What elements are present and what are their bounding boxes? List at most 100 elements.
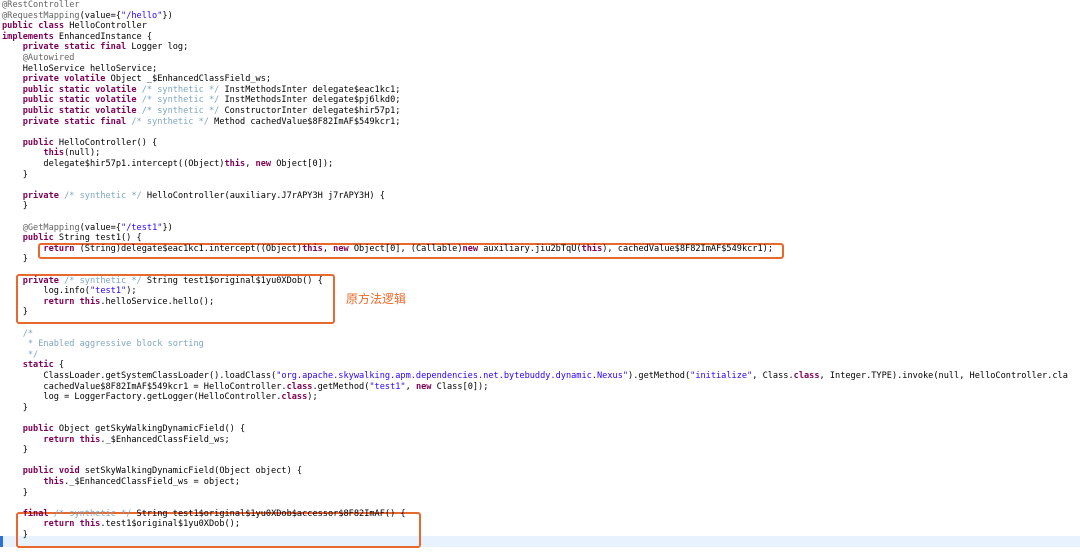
code-token: Method cachedValue$8F82ImAF$549kcr1; xyxy=(214,116,401,127)
code-line: * Enabled aggressive block sorting xyxy=(2,339,204,350)
code-token: /* synthetic */ xyxy=(131,116,215,127)
code-token: } xyxy=(2,254,28,265)
code-token: new xyxy=(415,381,437,392)
code-line: private volatile Object _$EnhancedClassF… xyxy=(2,74,271,85)
code-token: , xyxy=(322,243,334,254)
code-line: static { xyxy=(2,360,64,371)
code-token: "test1" xyxy=(369,381,406,392)
code-line: private /* synthetic */ String test1$ori… xyxy=(2,276,323,287)
code-line: } xyxy=(2,445,28,456)
code-token: .test1$original$1yu0XDob(); xyxy=(100,519,241,530)
code-token: ); xyxy=(126,286,137,297)
code-token: return xyxy=(43,243,80,254)
code-line: return this._$EnhancedClassField_ws; xyxy=(2,434,229,446)
code-token: Class[0]); xyxy=(436,381,489,392)
code-token: private xyxy=(22,190,65,201)
code-line: */ xyxy=(2,350,38,361)
code-line: cachedValue$8F82ImAF$549kcr1 = HelloCont… xyxy=(2,382,488,393)
code-token: , Class. xyxy=(752,371,794,381)
code-token: "org.apache.skywalking.apm.dependencies.… xyxy=(276,371,629,381)
code-token: return this xyxy=(43,434,101,445)
code-token: "test1" xyxy=(89,286,127,297)
code-line: public class HelloController xyxy=(2,21,147,32)
code-line: @GetMapping(value={"/test1"}) xyxy=(2,223,173,234)
code-token: setSkyWalkingDynamicField(Object object)… xyxy=(84,466,303,477)
code-token: , xyxy=(245,159,256,169)
code-token: delegate$hir57p1.intercept((Object) xyxy=(2,159,225,169)
code-token: , xyxy=(405,381,416,392)
code-line: return this.test1$original$1yu0XDob(); xyxy=(2,519,240,530)
code-token: ); xyxy=(307,392,318,403)
code-token: { xyxy=(58,360,65,371)
code-token: return this xyxy=(43,296,101,307)
code-token: ), cachedValue$8F82ImAF$549kcr1); xyxy=(602,243,773,254)
code-line: @Autowired xyxy=(2,53,75,64)
code-line: @RestController xyxy=(2,0,80,11)
code-token: this xyxy=(224,159,246,169)
code-token: Object[0], (Callable) xyxy=(353,243,463,254)
code-token: "/test1" xyxy=(121,222,163,233)
code-token: return this xyxy=(43,519,101,530)
code-token: auxiliary.jiu2bTqU( xyxy=(483,243,582,254)
code-token: } xyxy=(2,307,28,318)
code-token: .getMethod( xyxy=(312,381,370,392)
code-token: InstMethodsInter delegate$eac1kc1; xyxy=(224,84,401,95)
code-editor[interactable]: 原方法逻辑 @RestController @RequestMapping(val… xyxy=(0,0,1080,559)
code-line: log.info("test1"); xyxy=(2,286,137,297)
code-token: , Integer.TYPE).invoke(null, HelloContro… xyxy=(819,371,1068,381)
code-line: } xyxy=(2,254,28,265)
code-token: HelloController(auxiliary.J7rAPY3H j7rAP… xyxy=(146,190,385,201)
code-line: public static volatile /* synthetic */ I… xyxy=(2,84,401,96)
code-token: class xyxy=(793,371,820,381)
code-token: public xyxy=(22,233,59,244)
code-token: InstMethodsInter delegate$pj6lkd0; xyxy=(224,95,401,106)
code-line: delegate$hir57p1.intercept((Object)this,… xyxy=(2,159,333,170)
code-line: } xyxy=(2,488,28,499)
code-line: public Object getSkyWalkingDynamicField(… xyxy=(2,424,245,435)
code-token: private volatile xyxy=(22,74,111,85)
code-token: new xyxy=(255,159,277,169)
code-token: final xyxy=(22,508,54,519)
code-token: /* synthetic */ xyxy=(141,84,225,95)
code-token: public void xyxy=(22,466,85,477)
code-token: public static volatile xyxy=(22,84,142,95)
code-token: } xyxy=(2,201,28,212)
code-token: private xyxy=(22,275,65,286)
code-token: @RestController xyxy=(2,0,80,10)
code-token: new xyxy=(333,243,354,254)
code-token: } xyxy=(2,487,28,498)
code-token: } xyxy=(2,402,28,413)
code-line: private /* synthetic */ HelloController(… xyxy=(2,191,385,202)
code-token: "/hello" xyxy=(121,10,163,21)
code-token: HelloService helloService; xyxy=(2,63,158,74)
code-token: String test1() { xyxy=(58,233,142,244)
code-token: (value={ xyxy=(79,222,122,233)
code-line: log = LoggerFactory.getLogger(HelloContr… xyxy=(2,392,318,403)
code-token: Logger log; xyxy=(131,42,189,53)
code-line: ClassLoader.getSystemClassLoader().loadC… xyxy=(2,371,1068,382)
code-line: HelloService helloService; xyxy=(2,63,158,75)
code-line: public void setSkyWalkingDynamicField(Ob… xyxy=(2,466,302,477)
code-token: /* synthetic */ xyxy=(141,106,225,116)
code-token: HelloController() { xyxy=(58,137,158,148)
code-token: this xyxy=(302,243,323,254)
code-token: (null); xyxy=(64,148,101,159)
code-token: /* synthetic */ xyxy=(64,190,147,201)
code-token: (String)delegate$eac1kc1.intercept((Obje… xyxy=(79,243,303,254)
code-line: return this.helloService.hello(); xyxy=(2,297,214,308)
code-token: this xyxy=(43,477,65,487)
code-line: final /* synthetic */ String test1$origi… xyxy=(2,509,406,520)
